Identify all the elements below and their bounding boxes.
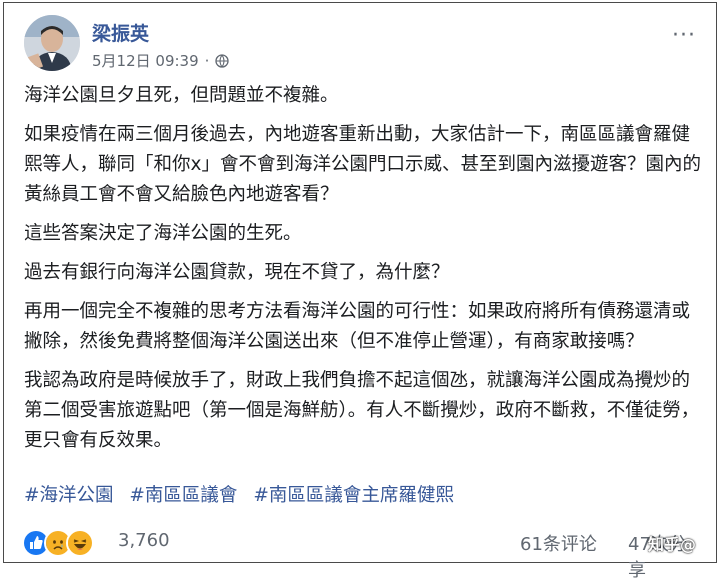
post-body: 海洋公園旦夕且死，但問題並不複雜。 如果疫情在兩三個月後過去，內地遊客重新出動，… <box>24 81 704 465</box>
post-paragraph: 這些答案決定了海洋公園的生死。 <box>24 223 302 244</box>
post-paragraph: 如果疫情在兩三個月後過去，內地遊客重新出動，大家估計一下，南區區議會羅健熙等人，… <box>24 124 701 205</box>
post-paragraph: 我認為政府是時候放手了，財政上我們負擔不起這個氹，就讓海洋公園成為攪炒的第二個受… <box>24 370 700 451</box>
watermark: 知乎@ <box>648 535 697 554</box>
post-paragraph: 海洋公園旦夕且死，但問題並不複雜。 <box>24 85 339 106</box>
post-footer: 3,760 61条评论 47次分享 知乎@ <box>22 527 702 581</box>
globe-icon[interactable] <box>215 53 230 68</box>
hashtag-list: #海洋公園 #南區區議會 #南區區議會主席羅健熙 <box>24 481 464 507</box>
hashtag-link[interactable]: #海洋公園 <box>24 485 114 506</box>
more-options-icon[interactable]: ··· <box>672 23 696 48</box>
author-name[interactable]: 梁振英 <box>92 19 149 46</box>
post-timestamp[interactable]: 5月12日 09:39 <box>92 50 199 71</box>
haha-reaction-icon <box>66 529 94 557</box>
hashtag-link[interactable]: #南區區議會 <box>129 485 237 506</box>
post-paragraph: 過去有銀行向海洋公園貸款，現在不貸了，為什麼？ <box>24 262 450 283</box>
reaction-summary[interactable] <box>22 529 94 557</box>
post-meta: 5月12日 09:39 · <box>92 50 230 71</box>
post-header: 梁振英 5月12日 09:39 · ··· <box>22 13 702 73</box>
comments-count[interactable]: 61条评论 <box>520 530 597 556</box>
hashtag-link[interactable]: #南區區議會主席羅健熙 <box>253 485 454 506</box>
post-paragraph: 再用一個完全不複雜的思考方法看海洋公園的可行性：如果政府將所有債務還清或撇除，然… <box>24 301 691 352</box>
meta-separator: · <box>204 51 210 70</box>
author-avatar[interactable] <box>24 15 80 71</box>
post-card: 梁振英 5月12日 09:39 · ··· 海洋公園旦夕且死，但問題並不複雜。 … <box>3 2 717 581</box>
reaction-count[interactable]: 3,760 <box>118 530 170 551</box>
